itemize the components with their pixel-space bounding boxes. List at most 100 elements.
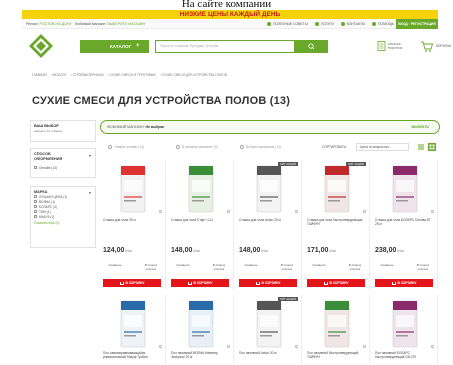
top-link-services[interactable]: УСЛУГИ xyxy=(314,22,334,26)
product-card[interactable]: ХИТ АКЦИЯ Стяжка для пола быстротвердеюща… xyxy=(304,160,370,290)
show-more-link[interactable]: Показать ещё (4) xyxy=(34,220,92,226)
compare-button[interactable]: Сравнить xyxy=(308,263,330,268)
favorite-icon[interactable] xyxy=(227,210,230,213)
add-to-cart-button[interactable]: В КОРЗИНУ xyxy=(375,279,433,287)
product-card[interactable]: ХИТ АКЦИЯ Пол наливной Axton 20 кг xyxy=(236,295,302,365)
filter-online[interactable]: Товары онлайн (13) xyxy=(108,143,144,151)
filter-all-stores[interactable]: Во всех магазинах (13) xyxy=(240,143,281,151)
favorite-icon[interactable] xyxy=(363,210,366,213)
catalog-button[interactable]: КАТАЛОГ + xyxy=(80,40,149,53)
cart-button[interactable]: КОРЗИНА xyxy=(419,40,453,53)
checkbox[interactable] xyxy=(34,166,37,170)
add-to-list-button[interactable]: В список покупок xyxy=(208,263,230,271)
favorite-icon[interactable] xyxy=(227,345,230,348)
product-name[interactable]: Стяжка для пола Axton 25 кг xyxy=(239,218,299,230)
product-image[interactable] xyxy=(172,297,230,353)
product-image[interactable] xyxy=(376,297,434,353)
product-name[interactable]: Стяжка для пола Старт Ч-11 xyxy=(171,218,231,230)
grid-view-button[interactable] xyxy=(428,143,436,151)
breadcrumb-home[interactable]: ГЛАВНАЯ xyxy=(32,73,47,77)
product-image[interactable] xyxy=(104,162,162,218)
product-image[interactable] xyxy=(376,162,434,218)
chevron-down-icon[interactable] xyxy=(89,155,91,157)
checkbox[interactable] xyxy=(34,200,37,204)
checkbox[interactable] xyxy=(34,205,37,209)
favorite-icon[interactable] xyxy=(295,345,298,348)
product-card[interactable]: Стяжка для пола БОЛАРС Основа БТ 25 кг 23… xyxy=(372,160,438,290)
hit-badge: ХИТ АКЦИЯ xyxy=(346,162,366,166)
favorite-icon[interactable] xyxy=(159,345,162,348)
product-image[interactable] xyxy=(308,162,366,218)
region-value[interactable]: РОСТОВ-НА-ДОНУ xyxy=(40,22,72,26)
choose-store-button[interactable]: ВЫБРАТЬ xyxy=(411,121,429,133)
radio-icon[interactable] xyxy=(240,145,244,149)
add-to-cart-button[interactable]: В КОРЗИНУ xyxy=(103,279,161,287)
option-online[interactable]: Онлайн (13) xyxy=(34,166,92,171)
add-to-list-button[interactable]: В список покупок xyxy=(412,263,434,271)
favorite-icon[interactable] xyxy=(159,210,162,213)
favorite-icon[interactable] xyxy=(363,345,366,348)
shopping-list-button[interactable]: СПИСОК ПОКУПОК xyxy=(377,40,411,53)
product-name[interactable]: Пол наливной Axton 20 кг xyxy=(239,351,299,363)
product-card[interactable]: Пол наливной БОЛАРС быстротвердеющий СВ-… xyxy=(372,295,438,365)
add-to-list-button[interactable]: В список покупок xyxy=(344,263,366,271)
favorite-icon[interactable] xyxy=(431,345,434,348)
store-value[interactable]: ВЫБЕРИТЕ МАГАЗИН xyxy=(107,22,145,26)
product-card[interactable]: Пол наливной ВОЛМА Нивелир Экспресс 20 к… xyxy=(168,295,234,365)
product-name[interactable]: Пол наливной быстротвердеющий ТАЙФУН xyxy=(307,351,367,363)
favorite-icon[interactable] xyxy=(295,210,298,213)
product-card[interactable]: Стяжка для пола 25 кг 124,00₽/шт Сравнить В… xyxy=(100,160,166,290)
product-name[interactable]: Стяжка для пола 25 кг xyxy=(103,218,163,230)
add-to-list-button[interactable]: В список покупок xyxy=(276,263,298,271)
breadcrumb-catalog[interactable]: КАТАЛОГ xyxy=(53,73,67,77)
top-link-contacts[interactable]: КОНТАКТЫ xyxy=(340,22,365,26)
compare-button[interactable]: Сравнить xyxy=(376,263,398,268)
filter-in-store[interactable]: В наличии магазине (0) xyxy=(176,143,218,151)
options-title[interactable]: СПОСОБ ОФОРМЛЕНИЯ xyxy=(34,152,74,162)
leroy-merlin-logo[interactable] xyxy=(28,33,54,59)
region-selector[interactable]: Регион: РОСТОВ-НА-ДОНУ Любимый магазин: … xyxy=(26,19,145,29)
favorite-icon[interactable] xyxy=(431,210,434,213)
radio-icon[interactable] xyxy=(108,145,112,149)
product-image[interactable] xyxy=(172,162,230,218)
list-view-button[interactable] xyxy=(417,143,425,151)
compare-button[interactable]: Сравнить xyxy=(172,263,194,268)
sort-select[interactable]: Цена по возрастан... xyxy=(356,143,409,151)
compare-button[interactable]: Сравнить xyxy=(104,263,126,268)
top-link-help[interactable]: ПОМОЩЬ xyxy=(372,22,394,26)
breadcrumb-dry-mixes[interactable]: СУХИЕ СМЕСИ И ГРУНТОВКИ xyxy=(110,73,156,77)
add-to-cart-button[interactable]: В КОРЗИНУ xyxy=(239,279,297,287)
product-name[interactable]: Стяжка для пола быстротвердеющая ТАЙФУН xyxy=(307,218,367,230)
promo-banner[interactable]: НИЗКИЕ ЦЕНЫ КАЖДЫЙ ДЕНЬ xyxy=(22,10,438,19)
product-image[interactable] xyxy=(308,297,366,353)
product-name[interactable]: Пол наливной ВОЛМА Нивелир Экспресс 20 к… xyxy=(171,351,231,363)
product-image xyxy=(120,165,146,213)
checkbox[interactable] xyxy=(34,195,37,199)
compare-button[interactable]: Сравнить xyxy=(240,263,262,268)
login-button[interactable]: ВХОД · РЕГИСТРАЦИЯ xyxy=(396,19,438,29)
product-card[interactable]: ХИТ АКЦИЯ Стяжка для пола Axton 25 кг 148,… xyxy=(236,160,302,290)
search-button[interactable] xyxy=(295,40,328,53)
product-card[interactable]: Пол самовыравнивающийся универсальный Кн… xyxy=(100,295,166,365)
availability-filters: Товары онлайн (13) В наличии магазине (0… xyxy=(100,143,440,153)
product-image xyxy=(324,300,350,348)
product-image[interactable] xyxy=(240,162,298,218)
product-card[interactable]: Пол наливной быстротвердеющий ТАЙФУН xyxy=(304,295,370,365)
checkbox[interactable] xyxy=(34,215,37,219)
checkbox[interactable] xyxy=(34,210,37,214)
radio-icon[interactable] xyxy=(176,145,180,149)
help-icon xyxy=(372,22,377,26)
breadcrumb-building[interactable]: СТРОЙМАТЕРИАЛЫ xyxy=(73,73,104,77)
chevron-down-icon[interactable] xyxy=(89,192,91,194)
product-name[interactable]: Пол самовыравнивающийся универсальный Кн… xyxy=(103,351,163,363)
add-to-cart-button[interactable]: В КОРЗИНУ xyxy=(171,279,229,287)
search-input[interactable]: Поиск по товарам, брендам, услугам xyxy=(155,40,295,53)
product-name[interactable]: Стяжка для пола БОЛАРС Основа БТ 25 кг xyxy=(375,218,435,230)
add-to-list-button[interactable]: В список покупок xyxy=(140,263,162,271)
add-to-cart-button[interactable]: В КОРЗИНУ xyxy=(307,279,365,287)
product-name[interactable]: Пол наливной БОЛАРС быстротвердеющий СВ-… xyxy=(375,351,435,363)
product-card[interactable]: Стяжка для пола Старт Ч-11 148,00₽/шт Срав… xyxy=(168,160,234,290)
product-image[interactable] xyxy=(104,297,162,353)
product-image[interactable] xyxy=(240,297,298,353)
top-link-tips[interactable]: ПОЛЕЗНЫЕ СОВЕТЫ xyxy=(266,22,308,26)
